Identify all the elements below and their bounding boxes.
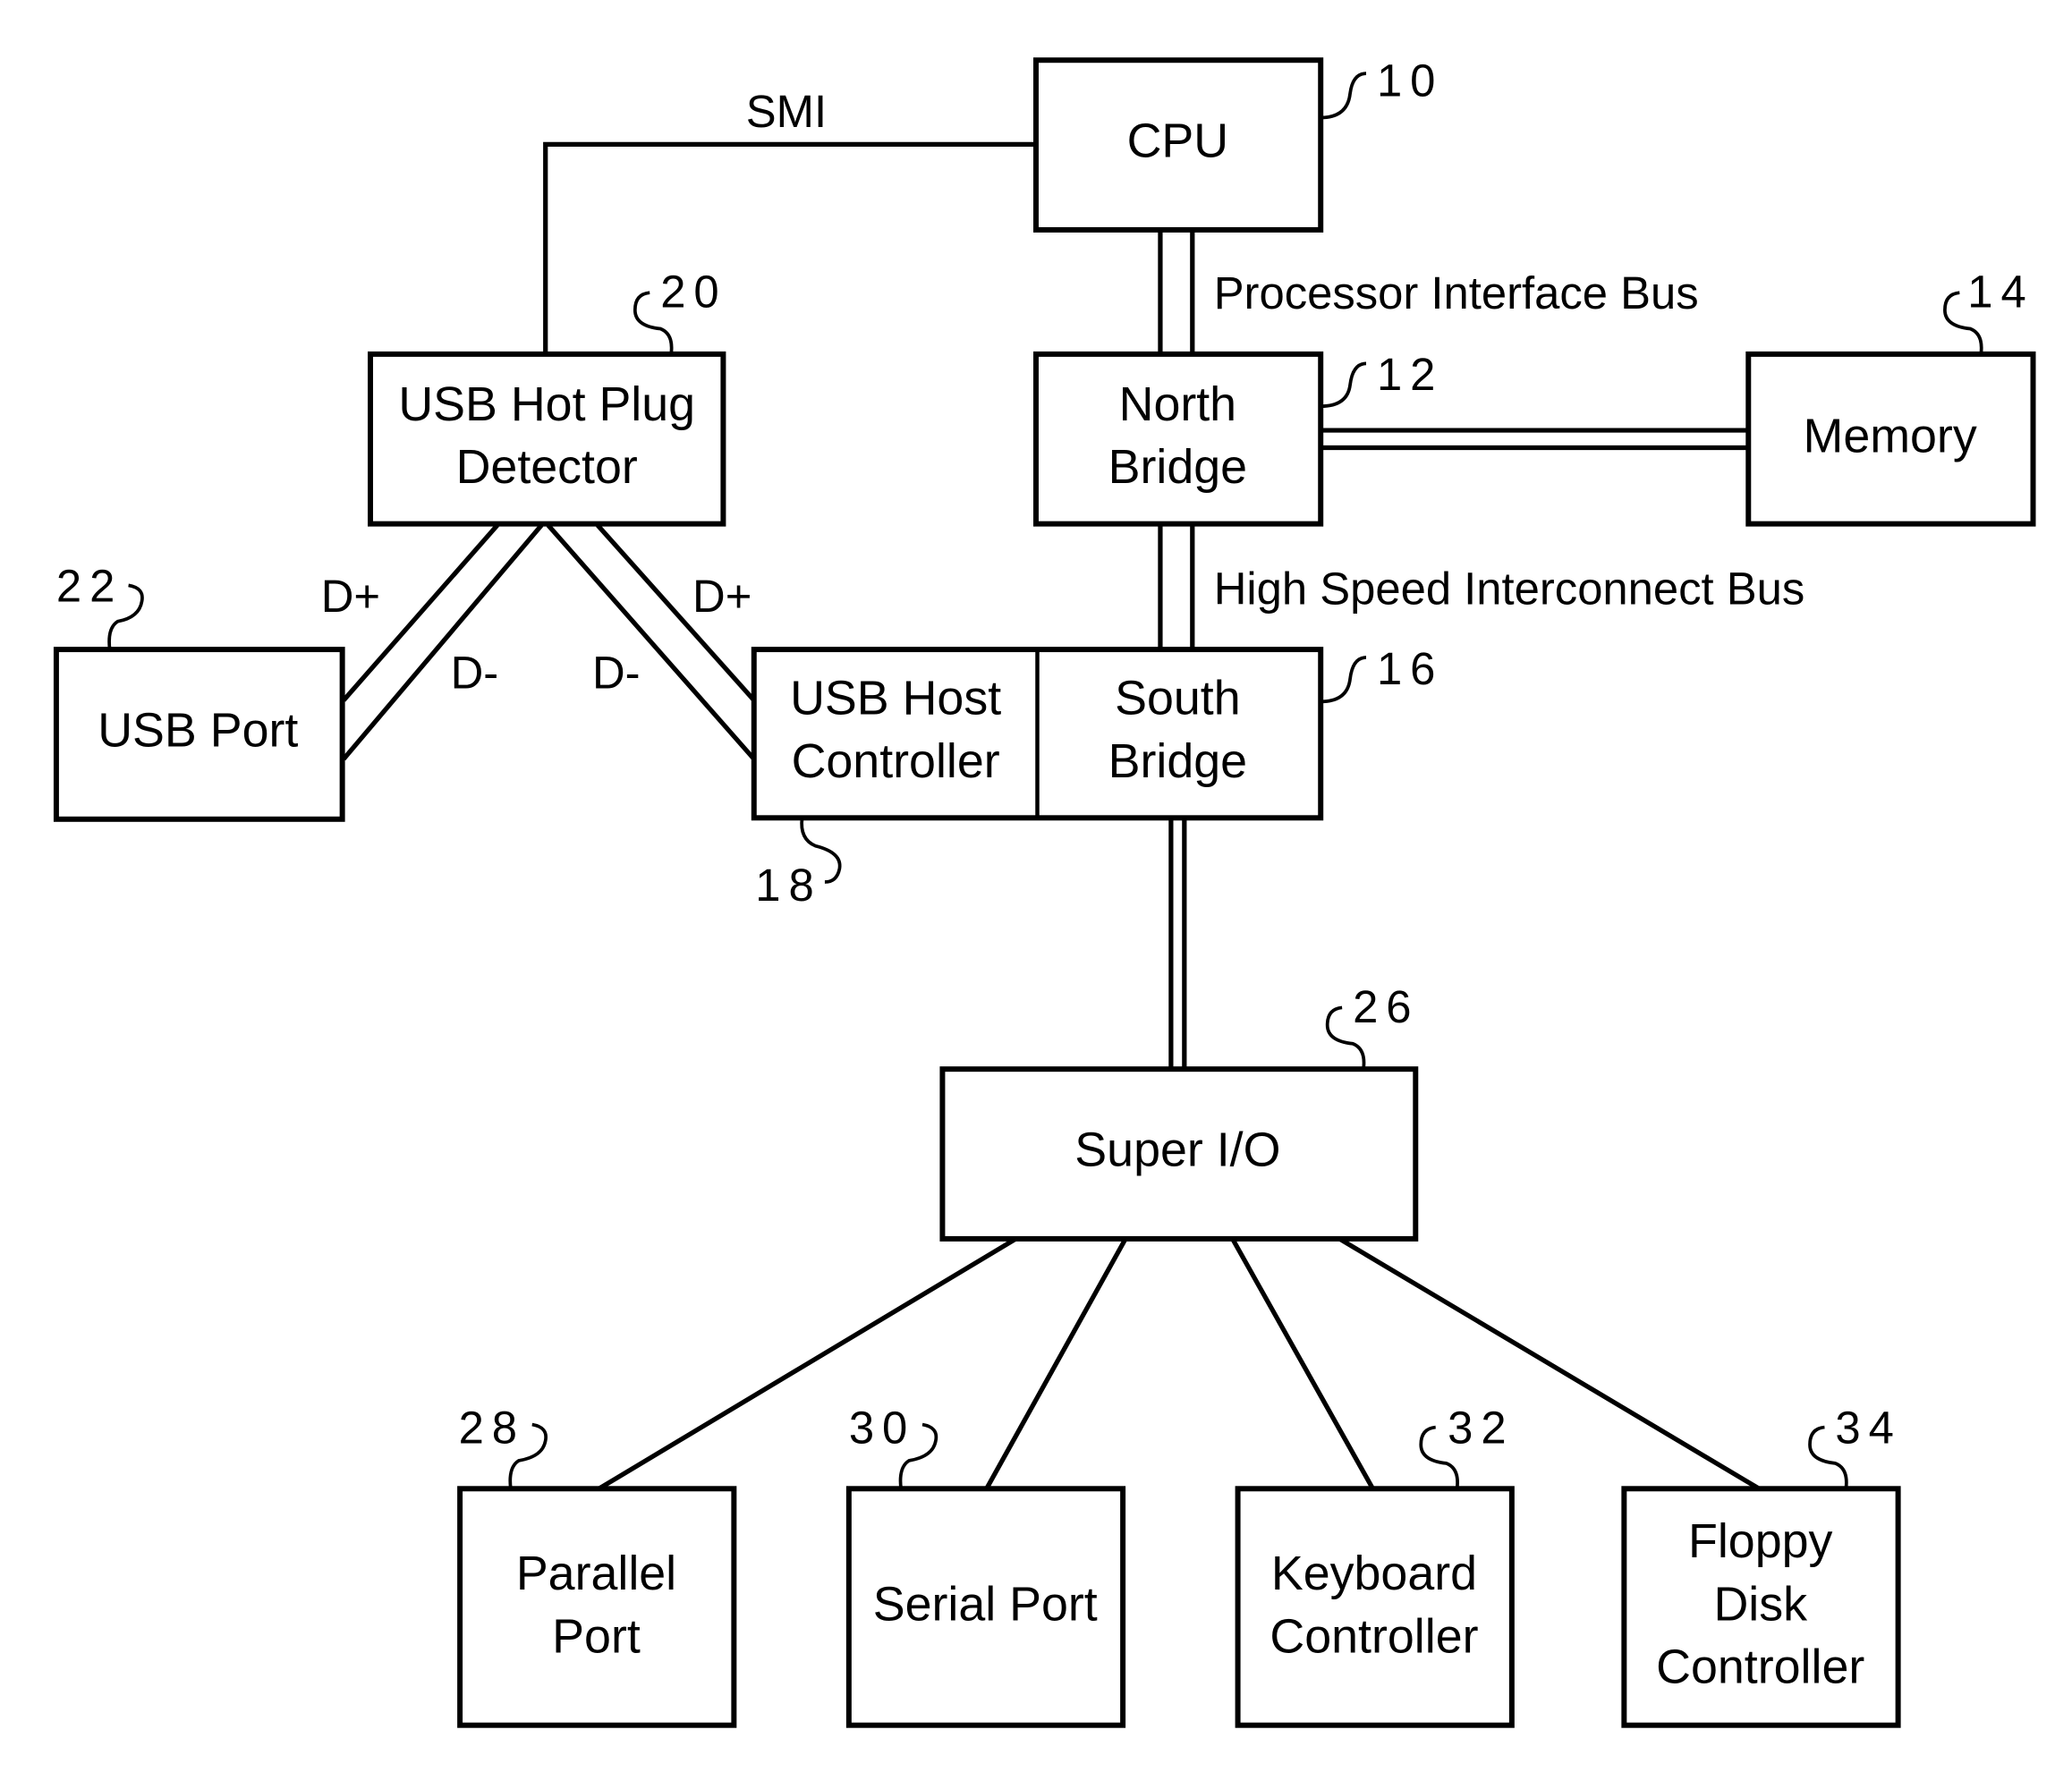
node-south-bridge-complex: USB Host Controller South Bridge xyxy=(751,647,1324,821)
ref-26: 26 xyxy=(1353,981,1419,1032)
ref-10: 10 xyxy=(1377,55,1443,106)
memory-label: Memory xyxy=(1804,410,1977,463)
node-north-bridge: North Bridge xyxy=(1033,351,1324,527)
ref-34: 34 xyxy=(1835,1402,1901,1453)
node-floppy-disk-controller: Floppy Disk Controller xyxy=(1621,1486,1901,1728)
node-serial-port: Serial Port xyxy=(845,1486,1126,1728)
node-memory: Memory xyxy=(1745,351,2036,527)
superio-to-keyboard-line xyxy=(1230,1237,1375,1490)
keyboard-controller-label-line2: Controller xyxy=(1270,1609,1478,1663)
ref-16-leader xyxy=(1320,656,1367,704)
usb-port-label: USB Port xyxy=(98,703,298,757)
super-io-label: Super I/O xyxy=(1074,1123,1280,1176)
d-plus-label-host: D+ xyxy=(692,571,752,622)
ref-30: 30 xyxy=(849,1402,915,1453)
usb-host-controller-label-line2: Controller xyxy=(792,734,1000,788)
usb-hot-plug-detector-label-line2: Detector xyxy=(456,440,638,494)
d-minus-line-port xyxy=(342,523,544,761)
ref-10-leader xyxy=(1320,72,1367,120)
floppy-disk-controller-label-line3: Controller xyxy=(1656,1641,1864,1694)
usb-hot-plug-detector-label-line1: USB Hot Plug xyxy=(398,377,695,431)
south-bridge-label-line2: Bridge xyxy=(1108,734,1247,788)
high-speed-interconnect-bus-label: High Speed Interconnect Bus xyxy=(1214,563,1805,614)
ref-14: 14 xyxy=(1967,267,2034,318)
floppy-disk-controller-label-line2: Disk xyxy=(1713,1577,1807,1631)
smi-label: SMI xyxy=(746,86,827,137)
parallel-port-label-line2: Port xyxy=(552,1609,641,1663)
d-minus-line-host xyxy=(546,523,756,761)
serial-port-label: Serial Port xyxy=(873,1577,1098,1631)
floppy-disk-controller-label-line1: Floppy xyxy=(1688,1514,1832,1568)
north-bridge-label-line1: North xyxy=(1119,377,1236,431)
superio-to-serial-line xyxy=(984,1237,1128,1490)
ref-18: 18 xyxy=(755,860,821,911)
usb-host-controller-label-line1: USB Host xyxy=(790,672,1001,725)
keyboard-controller-box xyxy=(1235,1486,1515,1728)
ref-16: 16 xyxy=(1377,643,1443,694)
cpu-label: CPU xyxy=(1127,114,1229,168)
ref-12-leader xyxy=(1320,361,1367,409)
south-bridge-label-line1: South xyxy=(1115,672,1241,725)
north-bridge-label-line2: Bridge xyxy=(1108,440,1247,494)
node-super-io: Super I/O xyxy=(939,1066,1419,1242)
d-minus-label-host: D- xyxy=(592,647,641,698)
superio-to-floppy-line xyxy=(1337,1236,1761,1491)
node-parallel-port: Parallel Port xyxy=(457,1486,737,1728)
smi-line xyxy=(543,141,1036,354)
keyboard-controller-label-line1: Keyboard xyxy=(1271,1547,1477,1600)
ref-28: 28 xyxy=(459,1402,525,1453)
d-plus-label-port: D+ xyxy=(321,571,380,622)
ref-32: 32 xyxy=(1448,1402,1514,1453)
ref-20: 20 xyxy=(660,267,726,318)
usb-hot-plug-system-diagram: SMI Processor Interface Bus High Speed I… xyxy=(53,55,2036,1728)
ref-22: 22 xyxy=(56,560,123,611)
parallel-port-label-line1: Parallel xyxy=(516,1547,676,1600)
d-minus-label-port: D- xyxy=(451,647,499,698)
node-keyboard-controller: Keyboard Controller xyxy=(1235,1486,1515,1728)
ref-12: 12 xyxy=(1377,349,1443,400)
node-cpu: CPU xyxy=(1033,57,1324,233)
node-usb-hot-plug-detector: USB Hot Plug Detector xyxy=(368,351,726,527)
processor-interface-bus-label: Processor Interface Bus xyxy=(1214,267,1699,318)
node-usb-port: USB Port xyxy=(53,647,345,822)
superio-to-parallel-line xyxy=(598,1236,1017,1491)
parallel-port-box xyxy=(457,1486,737,1728)
